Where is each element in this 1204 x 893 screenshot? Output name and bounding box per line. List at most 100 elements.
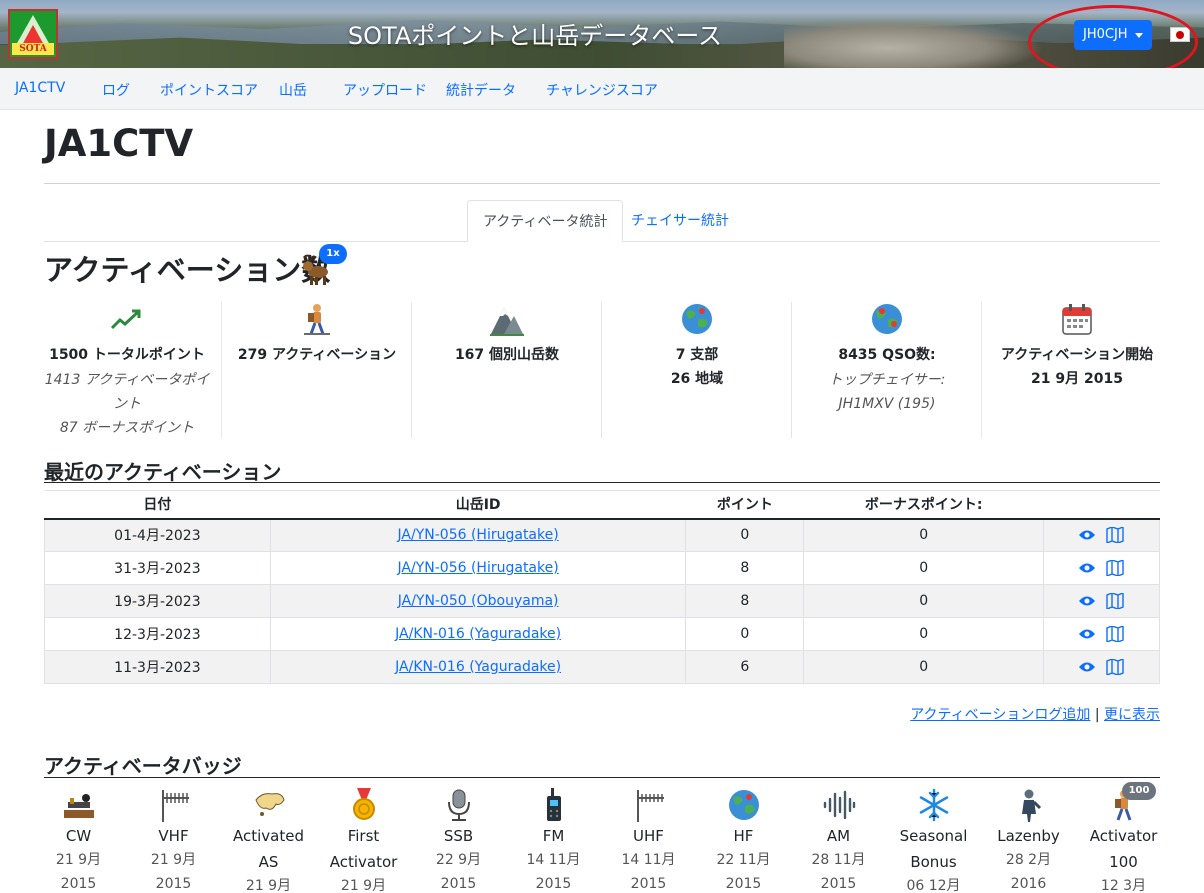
column-header-points: ポイント	[685, 490, 804, 520]
calendar-icon	[1062, 304, 1092, 335]
column-header-actions	[1043, 490, 1160, 520]
eye-icon[interactable]	[1079, 595, 1096, 607]
nav-item-summits[interactable]: 山岳	[279, 80, 307, 100]
nav-item-point-score[interactable]: ポイントスコア	[160, 80, 258, 100]
badge-uhf[interactable]: UHF 14 11月 2015	[601, 788, 696, 893]
site-title: SOTAポイントと山岳データベース	[347, 22, 723, 50]
stat-qso: 8435 QSO数: トップチェイサー: JH1MXV (195)	[792, 298, 982, 438]
cell-summit: JA/YN-050 (Obouyama)	[269, 584, 687, 618]
summit-link[interactable]: JA/YN-056 (Hirugatake)	[398, 527, 559, 543]
eye-icon[interactable]	[1079, 529, 1096, 541]
telegraph-key-icon	[63, 794, 94, 818]
summit-link[interactable]: JA/YN-050 (Obouyama)	[398, 593, 559, 609]
stat-total-points: 1500 トータルポイント 1413 アクティベータポイント 87 ボーナスポイ…	[32, 298, 222, 438]
cell-actions	[1043, 518, 1160, 552]
map-icon[interactable]	[1106, 659, 1124, 675]
cell-actions	[1043, 551, 1160, 585]
summit-link[interactable]: JA/YN-056 (Hirugatake)	[398, 560, 559, 576]
recent-activations-heading: 最近のアクティベーション	[44, 460, 282, 484]
add-activation-log-link[interactable]: アクティベーションログ追加	[910, 707, 1090, 723]
cell-bonus: 0	[803, 584, 1045, 618]
microphone-icon	[447, 789, 470, 821]
snowflake-icon	[919, 788, 948, 822]
tab-chaser-stats[interactable]: チェイサー統計	[616, 200, 744, 242]
badge-hf[interactable]: HF 22 11月 2015	[696, 788, 791, 893]
stat-line: 279 アクティベーション	[237, 347, 397, 363]
map-icon[interactable]	[1106, 527, 1124, 544]
badge-lazenby[interactable]: Lazenby 28 2月 2016	[981, 788, 1076, 893]
badge-vhf[interactable]: VHF 21 9月 2015	[126, 788, 221, 893]
nav-item-callsign[interactable]: JA1CTV	[15, 80, 65, 96]
cell-bonus: 0	[803, 650, 1045, 684]
cell-date: 31-3月-2023	[44, 551, 271, 585]
globe-icon	[682, 304, 712, 334]
stat-line: 8435 QSO数:	[838, 347, 936, 363]
stat-subline: 1413 アクティベータポイント 87 ボーナスポイント	[44, 372, 210, 436]
page-title: JA1CTV	[44, 122, 194, 165]
eye-icon[interactable]	[1079, 562, 1096, 574]
badge-fm[interactable]: FM 14 11月 2015	[506, 788, 601, 893]
map-icon[interactable]	[1106, 626, 1124, 642]
hiker-icon	[304, 304, 330, 335]
stat-subline: トップチェイサー: JH1MXV (195)	[828, 372, 946, 412]
cell-summit: JA/YN-056 (Hirugatake)	[269, 551, 687, 585]
column-header-bonus: ボーナスポイント:	[803, 490, 1044, 520]
nav-item-statistics[interactable]: 統計データ	[446, 80, 516, 100]
table-row: 31-3月-2023 JA/YN-056 (Hirugatake) 8 0	[44, 551, 1160, 585]
badge-first-activator[interactable]: First Activator 21 9月	[316, 788, 411, 893]
trend-up-icon	[110, 309, 141, 330]
cell-points: 6	[685, 650, 805, 684]
nav-item-log[interactable]: ログ	[102, 80, 130, 100]
table-row: 12-3月-2023 JA/KN-016 (Yaguradake) 0 0	[44, 617, 1160, 651]
eye-icon[interactable]	[1079, 661, 1096, 673]
map-icon[interactable]	[1106, 560, 1124, 576]
eye-icon[interactable]	[1079, 628, 1096, 640]
stat-line: 167 個別山岳数	[454, 347, 560, 363]
summit-link[interactable]: JA/KN-016 (Yaguradake)	[395, 626, 561, 642]
column-header-date: 日付	[44, 490, 271, 520]
cell-summit: JA/KN-016 (Yaguradake)	[269, 650, 687, 684]
activation-stats: 1500 トータルポイント 1413 アクティベータポイント 87 ボーナスポイ…	[32, 298, 1172, 438]
recent-activations-table: 日付 山岳ID ポイント ボーナスポイント: 01-4月-2023 JA/YN-…	[44, 490, 1160, 684]
stats-tabs: アクティベータ統計 チェイサー統計	[44, 200, 1160, 242]
uhf-antenna-icon	[636, 790, 664, 822]
cell-date: 19-3月-2023	[44, 584, 271, 618]
tab-activator-stats[interactable]: アクティベータ統計	[467, 200, 624, 242]
stat-line: 7 支部	[675, 347, 719, 363]
cell-bonus: 0	[803, 617, 1045, 651]
badge-seasonal-bonus[interactable]: Seasonal Bonus 06 12月	[886, 788, 981, 893]
globe-pin-icon	[872, 304, 902, 334]
stat-associations: 7 支部 26 地域	[602, 298, 792, 438]
stat-line: 21 9月 2015	[1031, 371, 1123, 387]
table-row: 19-3月-2023 JA/YN-050 (Obouyama) 8 0	[44, 584, 1160, 618]
badge-am[interactable]: AM 28 11月 2015	[791, 788, 886, 893]
nav-item-upload[interactable]: アップロード	[343, 80, 427, 100]
link-separator: |	[1094, 707, 1100, 723]
stat-unique-summits: 167 個別山岳数	[412, 298, 602, 438]
stat-line: 26 地域	[670, 371, 724, 387]
cell-date: 11-3月-2023	[44, 650, 271, 684]
badge-activated-as[interactable]: Activated AS 21 9月	[221, 788, 316, 893]
badge-cw[interactable]: CW 21 9月 2015	[31, 788, 126, 893]
cell-date: 12-3月-2023	[44, 617, 271, 651]
stat-line: 1500 トータルポイント	[49, 347, 205, 363]
header-banner: SOTA SOTAポイントと山岳データベース JH0CJH	[0, 0, 1204, 68]
summit-link[interactable]: JA/KN-016 (Yaguradake)	[395, 659, 561, 675]
show-more-link[interactable]: 更に表示	[1104, 707, 1160, 723]
vhf-antenna-icon	[161, 790, 189, 822]
map-icon[interactable]	[1106, 593, 1124, 609]
asia-map-icon	[254, 793, 285, 816]
cell-points: 0	[685, 617, 805, 651]
badge-list: CW 21 9月 2015 VHF 21 9月 2015 Activated A…	[22, 788, 1182, 893]
cell-bonus: 0	[803, 518, 1045, 552]
nav-item-challenge-score[interactable]: チャレンジスコア	[546, 80, 658, 100]
walkie-talkie-icon	[546, 788, 561, 821]
main-nav: JA1CTV ログ ポイントスコア 山岳 アップロード 統計データ チャレンジス…	[0, 68, 1204, 110]
badge-activator-100[interactable]: Activator 100 12 3月	[1076, 788, 1171, 893]
globe-icon	[728, 790, 759, 820]
lazy-person-icon	[1021, 789, 1041, 822]
cell-points: 0	[685, 518, 805, 552]
badge-ssb[interactable]: SSB 22 9月 2015	[411, 788, 506, 893]
table-header-row: 日付 山岳ID ポイント ボーナスポイント:	[44, 490, 1160, 520]
cell-summit: JA/KN-016 (Yaguradake)	[269, 617, 687, 651]
